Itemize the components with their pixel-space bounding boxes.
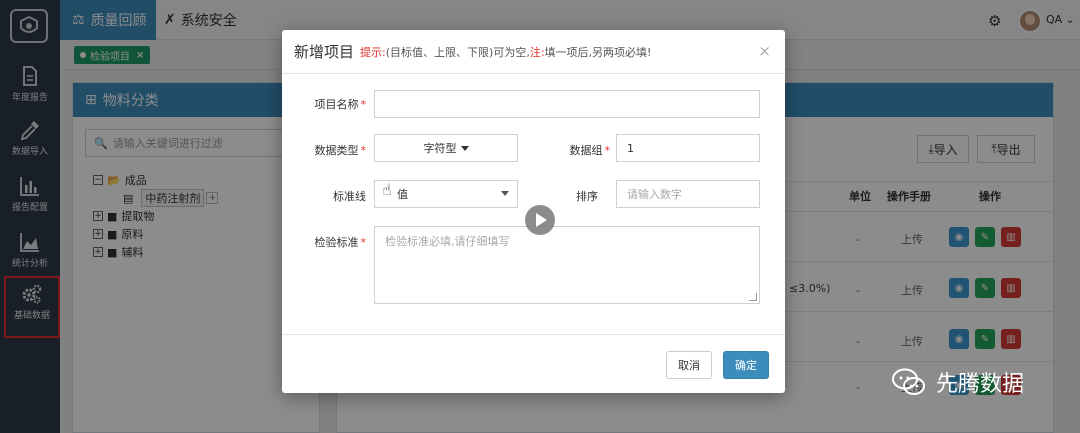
dialog-footer: 取消 确定 [282, 334, 785, 393]
hint-tail: 填一项后,另两项必填! [544, 45, 652, 59]
std-line-label: 标准线 [333, 190, 366, 203]
inspect-label: 检验标准 * [300, 234, 367, 250]
textarea-placeholder: 检验标准必填,请仔细填写 [385, 235, 510, 248]
dialog-header: 新增项目 提示:(目标值、上限、下限)可为空,注:填一项后,另两项必填! × [282, 30, 785, 74]
name-label: 项目名称 * [300, 96, 367, 112]
dialog-hint: 提示:(目标值、上限、下限)可为空,注:填一项后,另两项必填! [360, 44, 651, 60]
required-marker: * [360, 98, 367, 111]
sort-order-input[interactable]: 请输入数字 [616, 180, 760, 208]
standard-line-select[interactable]: 值 [374, 180, 518, 208]
type-label: 数据类型 * [300, 142, 367, 158]
cancel-button[interactable]: 取消 [666, 351, 712, 379]
project-name-input[interactable] [374, 90, 760, 118]
data-type-dropdown[interactable]: 字符型 [374, 134, 518, 162]
wechat-icon [892, 368, 925, 395]
close-icon[interactable]: × [758, 42, 771, 60]
required-marker: * [360, 144, 367, 157]
label-text: 项目名称 [314, 98, 359, 111]
watermark-text: 先腾数据 [936, 372, 1025, 397]
group-label: 数据组 * [544, 142, 611, 158]
label-text: 检验标准 [314, 236, 359, 249]
hint-note: 注: [529, 45, 545, 59]
label-text: 数据类型 [314, 144, 359, 157]
dropdown-value: 字符型 [423, 142, 457, 155]
hand-cursor-icon: ☝ [382, 180, 392, 199]
label-text: 数据组 [569, 144, 603, 157]
resize-handle[interactable] [749, 293, 757, 301]
caret-down-icon [460, 145, 469, 151]
hint-body: (目标值、上限、下限)可为空, [385, 45, 530, 59]
confirm-button[interactable]: 确定 [723, 351, 769, 379]
watermark: 先腾数据 [892, 366, 1024, 398]
required-marker: * [360, 236, 367, 249]
inspection-standard-textarea[interactable]: 检验标准必填,请仔细填写 [374, 226, 760, 304]
sort-label: 排序 [576, 190, 598, 203]
play-icon[interactable] [525, 205, 555, 235]
data-group-input[interactable]: 1 [616, 134, 760, 162]
caret-down-icon [501, 191, 509, 196]
required-marker: * [604, 144, 611, 157]
hint-prefix: 提示: [360, 45, 386, 59]
dialog-title: 新增项目 [294, 43, 355, 61]
